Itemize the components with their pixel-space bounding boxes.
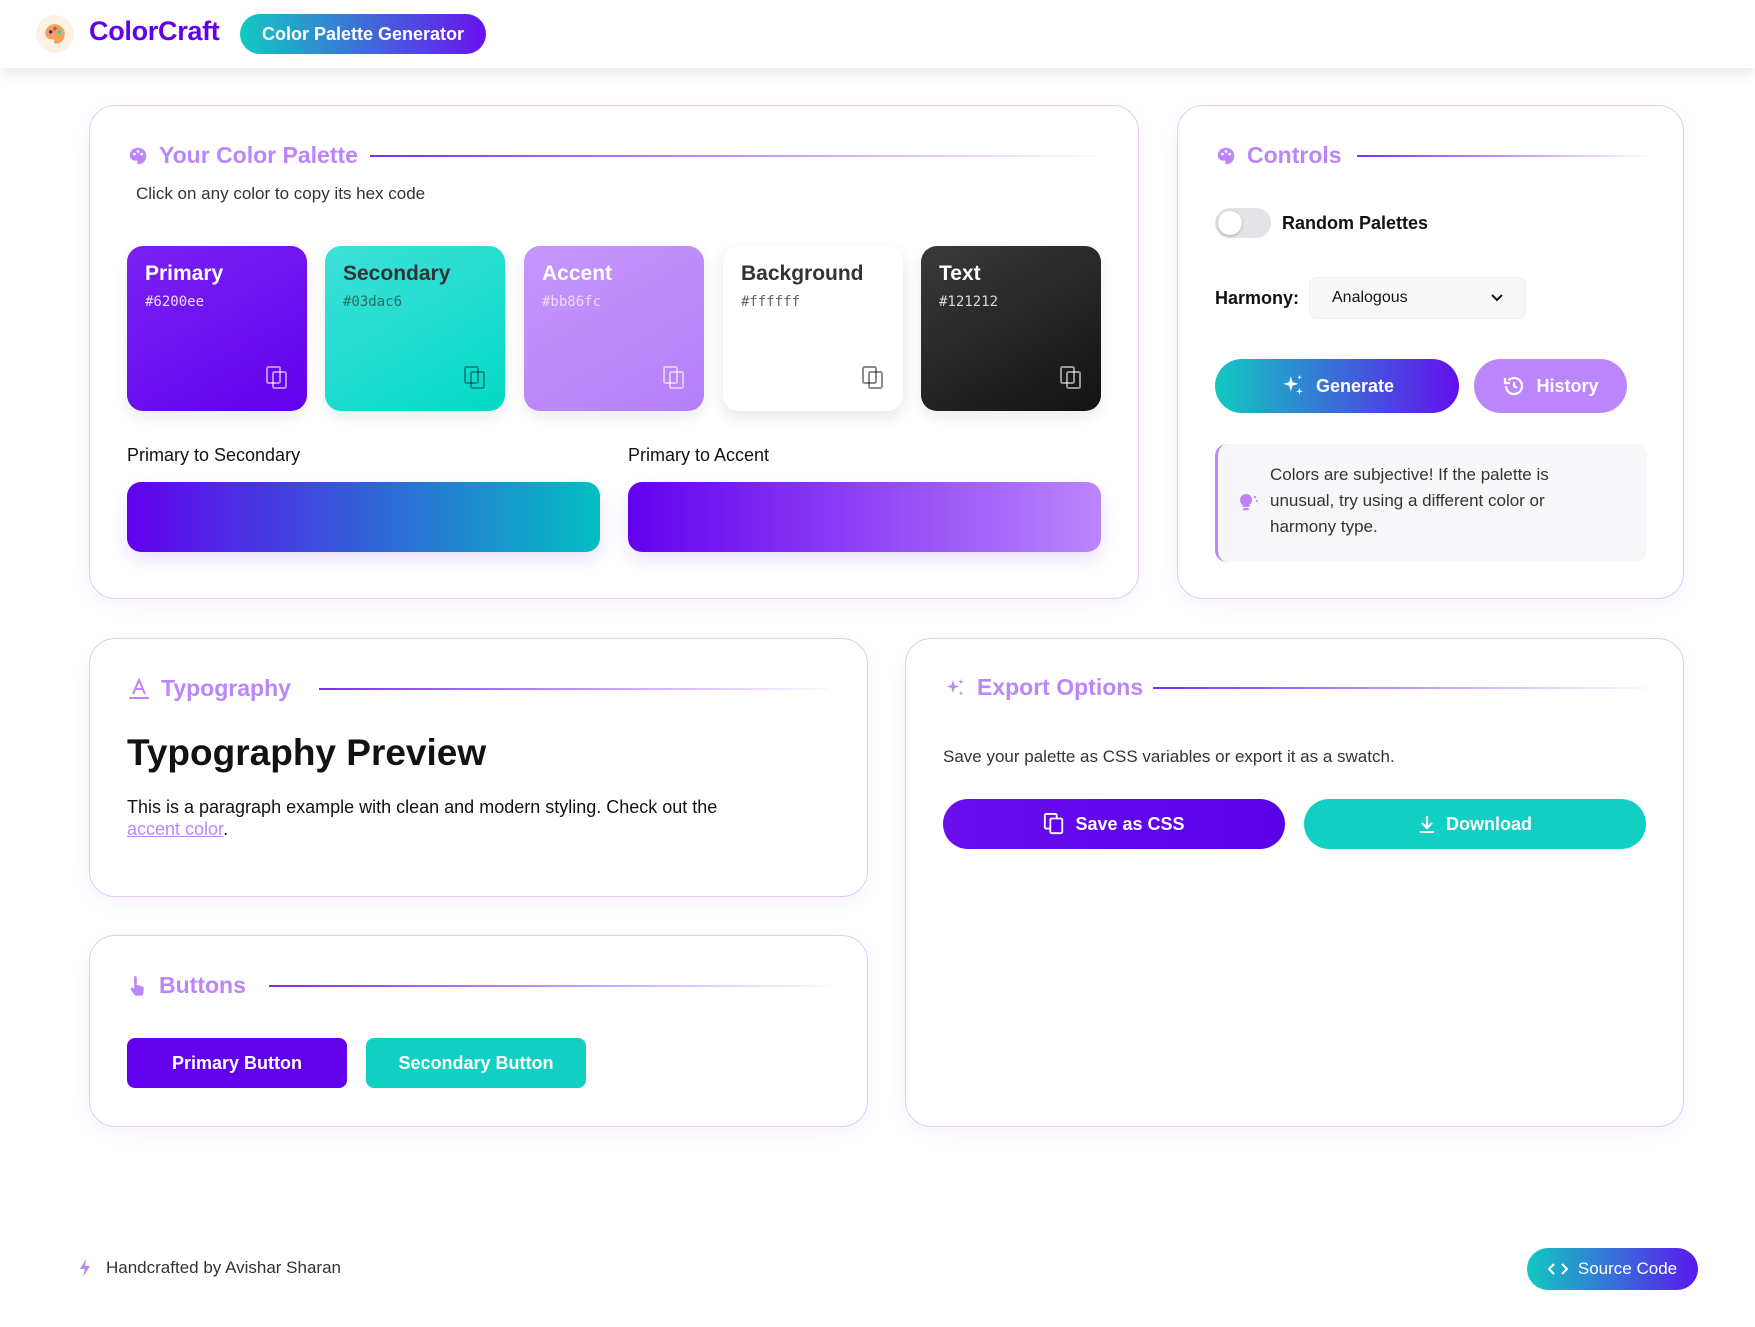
controls-title: Controls	[1215, 142, 1342, 169]
footer-credit: Handcrafted by Avishar Sharan	[78, 1258, 341, 1278]
chevron-down-icon	[1491, 294, 1503, 302]
primary-button-sample[interactable]: Primary Button	[127, 1038, 347, 1088]
controls-title-text: Controls	[1247, 142, 1342, 168]
generate-label: Generate	[1315, 375, 1395, 396]
swatch-hex: #bb86fc	[542, 294, 602, 310]
sparkle-icon	[1283, 375, 1303, 395]
export-title-divider	[1153, 687, 1646, 689]
copy-icon	[1044, 813, 1064, 835]
typography-heading: Typography Preview	[127, 732, 487, 773]
palette-hint: Click on any color to copy its hex code	[136, 184, 426, 203]
gradient-label-primary-accent: Primary to Accent	[628, 445, 770, 465]
palette-title: Your Color Palette	[127, 142, 358, 169]
buttons-card	[89, 935, 868, 1127]
accent-color-link[interactable]: accent color	[127, 819, 223, 839]
gradient-label-primary-secondary: Primary to Secondary	[127, 445, 301, 465]
typography-title-text: Typography	[161, 675, 291, 701]
copy-icon[interactable]	[463, 365, 487, 391]
swatch-name: Accent	[542, 262, 613, 285]
export-title-text: Export Options	[977, 674, 1144, 700]
palette-icon	[1217, 147, 1235, 164]
export-description: Save your palette as CSS variables or ex…	[943, 747, 1395, 766]
swatch-name: Background	[741, 262, 864, 285]
controls-title-divider	[1357, 155, 1647, 157]
swatch-accent[interactable]: Accent #bb86fc	[524, 246, 704, 411]
download-label: Download	[1446, 813, 1532, 834]
random-palettes-label: Random Palettes	[1282, 213, 1429, 233]
code-icon	[1547, 1263, 1568, 1275]
random-palettes-toggle[interactable]	[1215, 208, 1271, 238]
swatch-hex: #ffffff	[741, 294, 801, 310]
tip-box: Colors are subjective! If the palette is…	[1215, 444, 1647, 562]
save-as-css-label: Save as CSS	[1075, 813, 1185, 834]
top-bar: ColorCraft Color Palette Generator	[0, 0, 1755, 68]
swatch-text[interactable]: Text #121212	[921, 246, 1101, 411]
swatch-hex: #121212	[939, 294, 999, 310]
pointer-icon	[130, 975, 144, 996]
swatch-secondary[interactable]: Secondary #03dac6	[325, 246, 505, 411]
download-icon	[1420, 816, 1434, 833]
swatch-hex: #6200ee	[145, 294, 205, 310]
copy-icon[interactable]	[662, 365, 686, 391]
typography-paragraph: This is a paragraph example with clean a…	[127, 796, 767, 840]
copy-icon[interactable]	[861, 365, 885, 391]
palette-title-divider	[370, 155, 1095, 157]
text-icon	[129, 676, 149, 699]
save-as-css-button[interactable]: Save as CSS	[943, 799, 1285, 849]
source-code-button[interactable]: Source Code	[1527, 1248, 1698, 1290]
copy-icon[interactable]	[265, 365, 289, 391]
paragraph-end: .	[223, 819, 229, 839]
copy-icon[interactable]	[1059, 365, 1083, 391]
typography-title-divider	[319, 688, 829, 690]
sparkle-icon	[947, 678, 964, 695]
source-code-label: Source Code	[1577, 1259, 1678, 1278]
gradient-primary-accent[interactable]	[628, 482, 1101, 552]
history-button[interactable]: History	[1474, 359, 1627, 413]
palette-icon	[129, 147, 147, 164]
typography-title: Typography	[127, 675, 291, 702]
swatch-background[interactable]: Background #ffffff	[723, 246, 903, 411]
harmony-label: Harmony:	[1215, 288, 1300, 308]
swatch-name: Secondary	[343, 262, 451, 285]
secondary-button-sample[interactable]: Secondary Button	[366, 1038, 586, 1088]
bolt-icon	[80, 1259, 90, 1277]
generate-button[interactable]: Generate	[1215, 359, 1459, 413]
buttons-title-divider	[269, 985, 829, 987]
history-label: History	[1536, 375, 1599, 396]
paragraph-text: This is a paragraph example with clean a…	[127, 797, 718, 817]
palette-logo-icon[interactable]	[36, 15, 74, 53]
export-title: Export Options	[943, 674, 1143, 701]
gradient-primary-secondary[interactable]	[127, 482, 600, 552]
download-button[interactable]: Download	[1304, 799, 1646, 849]
toggle-knob	[1218, 211, 1242, 235]
harmony-select[interactable]: Analogous	[1309, 277, 1526, 319]
tip-text: Colors are subjective! If the palette is…	[1270, 465, 1549, 536]
buttons-title-text: Buttons	[159, 972, 246, 998]
swatch-name: Text	[939, 262, 981, 285]
buttons-title: Buttons	[127, 972, 246, 999]
palette-title-text: Your Color Palette	[159, 142, 358, 168]
swatch-hex: #03dac6	[343, 294, 403, 310]
footer-credit-text: Handcrafted by Avishar Sharan	[106, 1258, 341, 1277]
swatch-primary[interactable]: Primary #6200ee	[127, 246, 307, 411]
harmony-selected-value: Analogous	[1332, 289, 1408, 306]
swatch-name: Primary	[145, 262, 224, 285]
export-card	[905, 638, 1684, 1127]
brand-name[interactable]: ColorCraft	[89, 16, 220, 47]
app-badge: Color Palette Generator	[240, 14, 487, 54]
history-icon	[1504, 376, 1524, 396]
lightbulb-icon	[1239, 493, 1258, 511]
